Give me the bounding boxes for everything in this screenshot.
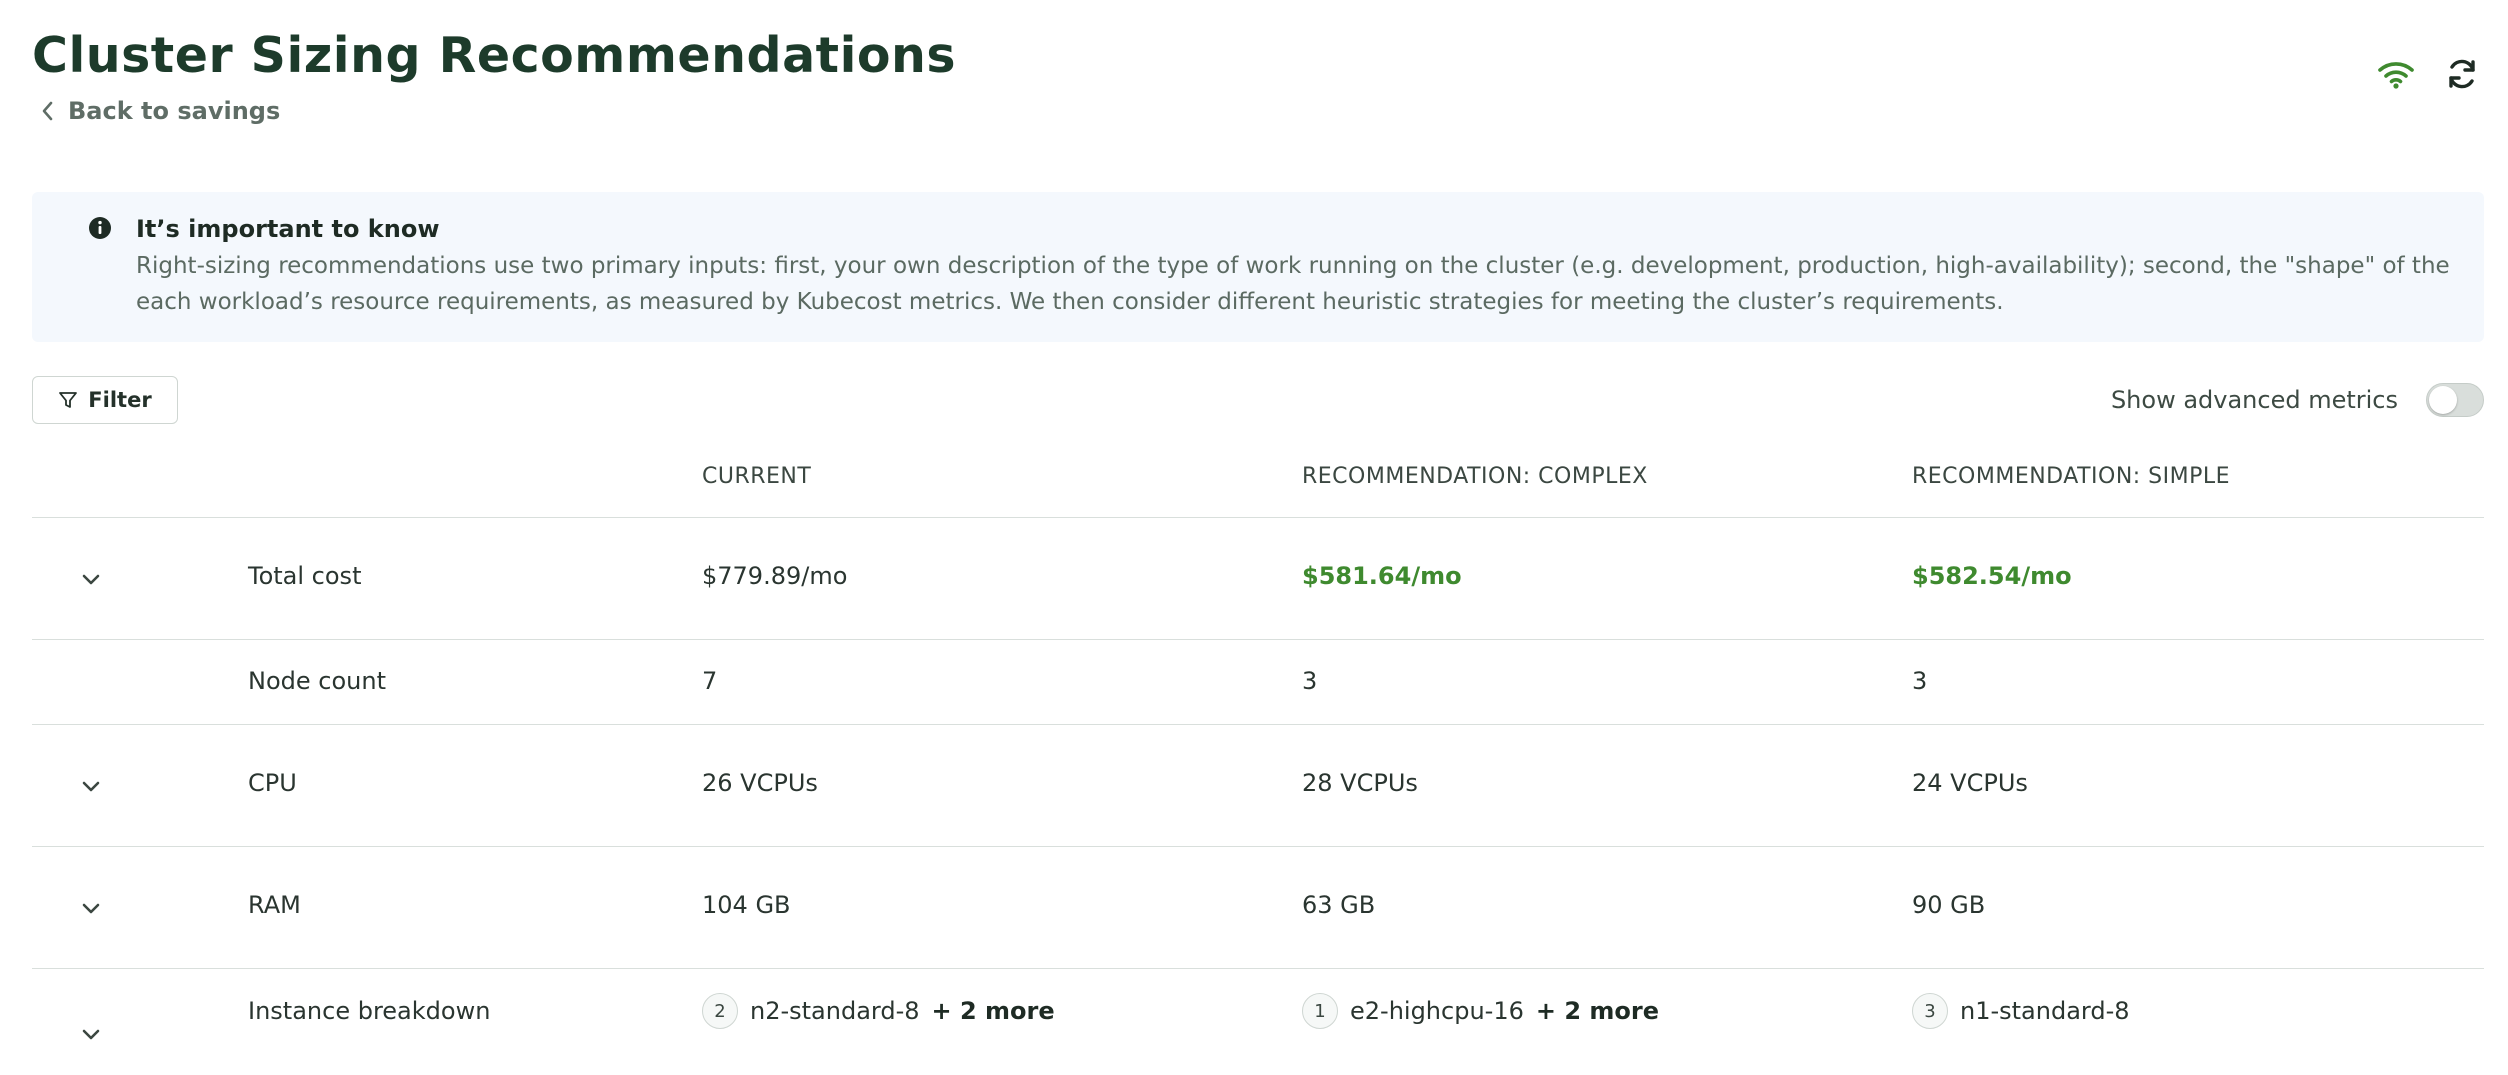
table-header: CURRENT RECOMMENDATION: COMPLEX RECOMMEN… <box>32 450 2484 518</box>
instance-count-badge: 3 <box>1912 993 1948 1029</box>
column-header-simple: RECOMMENDATION: SIMPLE <box>1912 464 2231 489</box>
filter-button[interactable]: Filter <box>32 376 178 424</box>
back-link-label: Back to savings <box>68 97 281 125</box>
more-instances-link[interactable]: + 2 more <box>932 997 1055 1025</box>
filter-label: Filter <box>88 388 152 412</box>
chevron-down-icon[interactable] <box>78 895 104 921</box>
current-node-count: 7 <box>702 667 718 695</box>
info-banner: It’s important to know Right-sizing reco… <box>32 192 2484 342</box>
toggle-knob <box>2429 386 2457 414</box>
simple-ram: 90 GB <box>1912 891 1986 919</box>
table-row-total-cost: Total cost $779.89/mo $581.64/mo $582.54… <box>32 518 2484 640</box>
row-label: Node count <box>248 667 386 695</box>
simple-node-count: 3 <box>1912 667 1928 695</box>
table-row-instance-breakdown: Instance breakdown 2 n2-standard-8 + 2 m… <box>32 969 2484 1049</box>
table-row-ram: RAM 104 GB 63 GB 90 GB <box>32 847 2484 969</box>
row-label: RAM <box>248 891 301 919</box>
more-instances-link[interactable]: + 2 more <box>1536 997 1659 1025</box>
page-title: Cluster Sizing Recommendations <box>32 27 957 84</box>
info-title: It’s important to know <box>136 215 440 243</box>
table-row-node-count: Node count 7 3 3 <box>32 640 2484 725</box>
complex-ram: 63 GB <box>1302 891 1376 919</box>
row-label: CPU <box>248 769 297 797</box>
current-instances: 2 n2-standard-8 + 2 more <box>702 993 1055 1029</box>
complex-total-cost: $581.64/mo <box>1302 562 1462 590</box>
complex-instances: 1 e2-highcpu-16 + 2 more <box>1302 993 1659 1029</box>
info-icon <box>89 217 111 239</box>
instance-type: n1-standard-8 <box>1960 997 2130 1025</box>
top-actions <box>2374 52 2484 96</box>
complex-cpu: 28 VCPUs <box>1302 769 1418 797</box>
refresh-icon[interactable] <box>2440 52 2484 96</box>
chevron-down-icon[interactable] <box>78 1021 104 1047</box>
instance-count-badge: 1 <box>1302 993 1338 1029</box>
advanced-metrics-control: Show advanced metrics <box>2111 376 2484 424</box>
table-row-cpu: CPU 26 VCPUs 28 VCPUs 24 VCPUs <box>32 725 2484 847</box>
info-text: Right-sizing recommendations use two pri… <box>136 253 2450 315</box>
current-total-cost: $779.89/mo <box>702 562 848 590</box>
advanced-metrics-toggle[interactable] <box>2426 383 2484 417</box>
page: Cluster Sizing Recommendations Back to s… <box>0 0 2508 1075</box>
instance-type: n2-standard-8 <box>750 997 920 1025</box>
filter-icon <box>59 392 78 408</box>
column-header-complex: RECOMMENDATION: COMPLEX <box>1302 464 1648 489</box>
simple-total-cost: $582.54/mo <box>1912 562 2072 590</box>
instance-count-badge: 2 <box>702 993 738 1029</box>
row-label: Total cost <box>248 562 362 590</box>
chevron-left-icon <box>42 101 53 121</box>
complex-node-count: 3 <box>1302 667 1318 695</box>
chevron-down-icon[interactable] <box>78 566 104 592</box>
column-header-current: CURRENT <box>702 464 812 489</box>
recommendations-table: CURRENT RECOMMENDATION: COMPLEX RECOMMEN… <box>32 450 2484 1049</box>
wifi-icon[interactable] <box>2374 52 2418 96</box>
simple-cpu: 24 VCPUs <box>1912 769 2028 797</box>
back-to-savings-link[interactable]: Back to savings <box>38 93 280 129</box>
advanced-metrics-label: Show advanced metrics <box>2110 386 2398 414</box>
current-ram: 104 GB <box>702 891 791 919</box>
current-cpu: 26 VCPUs <box>702 769 818 797</box>
chevron-down-icon[interactable] <box>78 773 104 799</box>
simple-instances: 3 n1-standard-8 <box>1912 993 2130 1029</box>
instance-type: e2-highcpu-16 <box>1350 997 1524 1025</box>
row-label: Instance breakdown <box>248 997 491 1025</box>
